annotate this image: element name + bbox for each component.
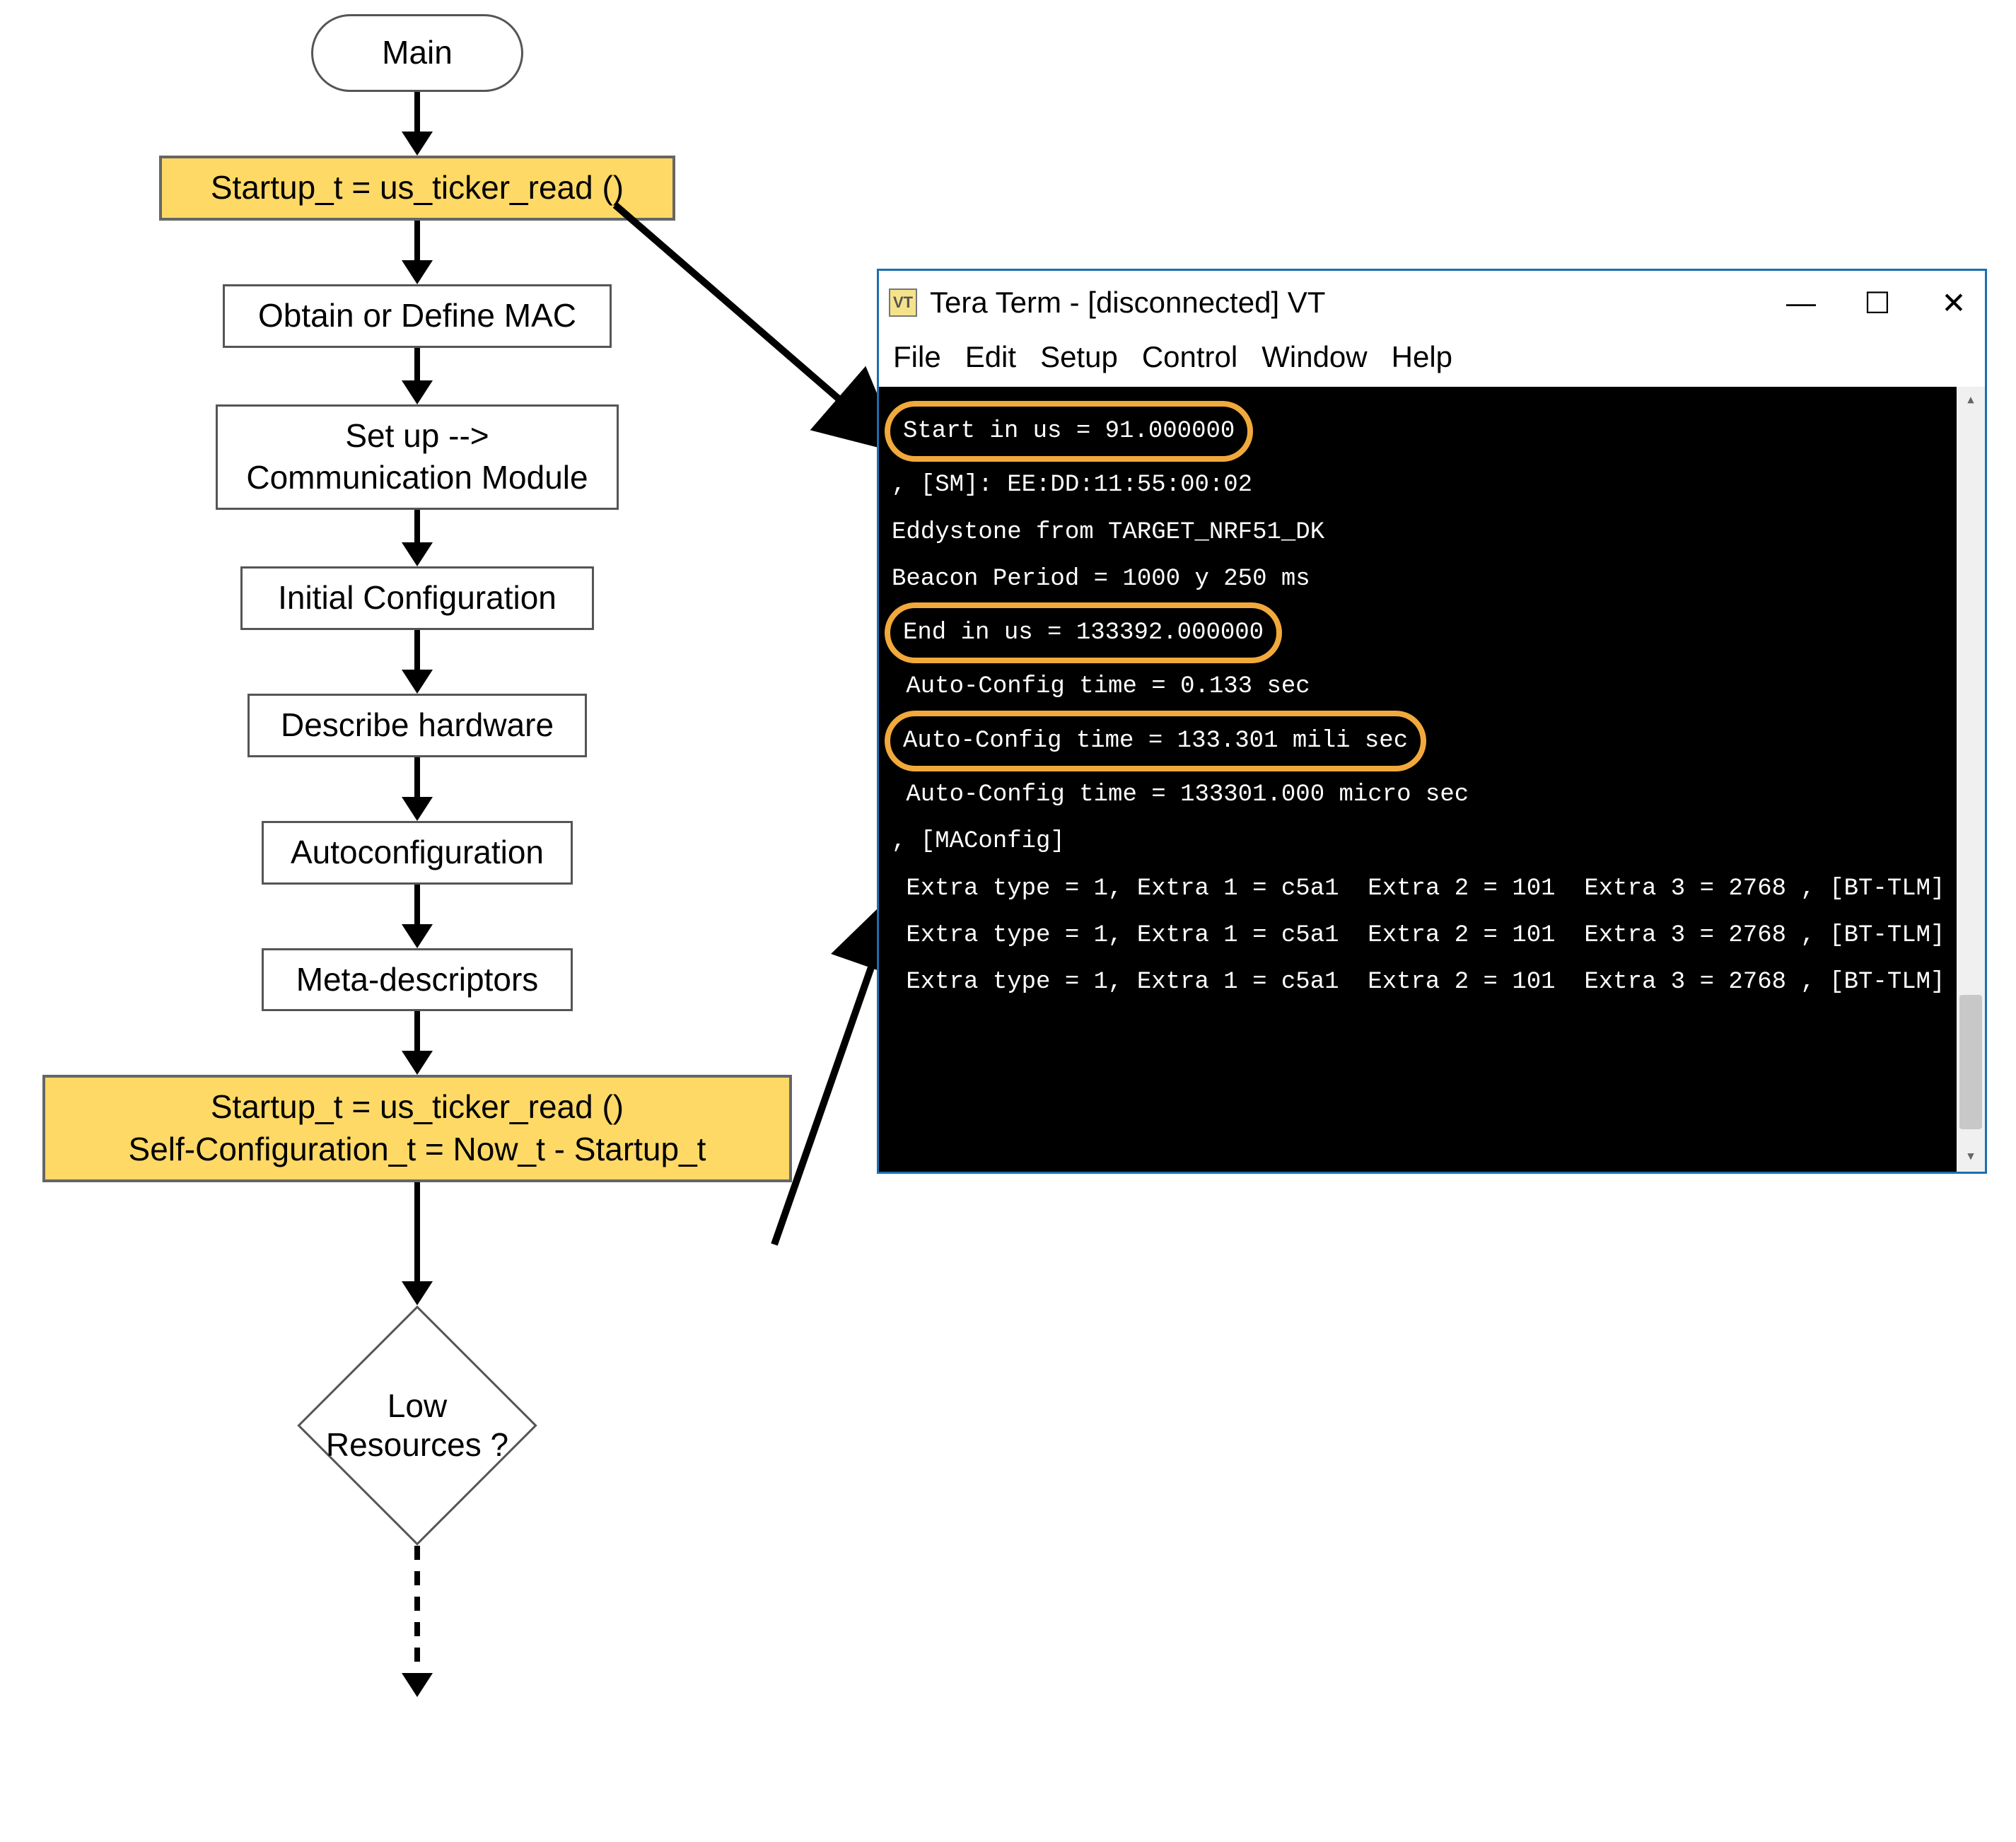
arrow-head — [402, 1281, 433, 1305]
terminal-body[interactable]: Start in us = 91.000000 , [SM]: EE:DD:11… — [879, 387, 1985, 1172]
process-obtain-mac: Obtain or Define MAC — [223, 284, 612, 348]
arrow — [414, 1011, 420, 1051]
process-label-line2: Self-Configuration_t = Now_t - Startup_t — [129, 1129, 706, 1171]
app-icon: VT — [889, 288, 917, 317]
arrow-dashed — [414, 1546, 420, 1673]
arrow — [414, 510, 420, 542]
terminal-line: Extra type = 1, Extra 1 = c5a1 Extra 2 =… — [892, 912, 1972, 959]
terminal-line: Auto-Config time = 0.133 sec — [892, 663, 1972, 710]
menu-control[interactable]: Control — [1142, 340, 1237, 374]
process-label: Startup_t = us_ticker_read () — [211, 167, 624, 209]
scrollbar[interactable]: ▴ ▾ — [1957, 387, 1985, 1172]
terminal-line: Extra type = 1, Extra 1 = c5a1 Extra 2 =… — [892, 865, 1972, 912]
arrow-head — [402, 132, 433, 156]
terminator-main: Main — [311, 14, 523, 92]
terminal-line: Auto-Config time = 133301.000 micro sec — [892, 771, 1972, 818]
terminal-line: , [MAConfig] — [892, 818, 1972, 865]
process-label: Meta-descriptors — [296, 959, 539, 1001]
terminal-line: Beacon Period = 1000 y 250 ms — [892, 556, 1972, 602]
highlight-start-us: Start in us = 91.000000 — [885, 401, 1253, 462]
menu-window[interactable]: Window — [1262, 340, 1367, 374]
process-label-line1: Startup_t = us_ticker_read () — [211, 1086, 624, 1129]
window-controls: — ☐ ✕ — [1780, 281, 1975, 324]
process-label: Describe hardware — [281, 704, 554, 747]
process-label: Obtain or Define MAC — [258, 295, 576, 337]
highlight-autoconfig-ms: Auto-Config time = 133.301 mili sec — [885, 711, 1426, 771]
terminal-line: Eddystone from TARGET_NRF51_DK — [892, 509, 1972, 556]
process-label-line2: Communication Module — [246, 457, 588, 499]
process-label: Initial Configuration — [278, 577, 557, 619]
arrow — [414, 348, 420, 380]
arrow-head — [402, 1051, 433, 1075]
menubar: File Edit Setup Control Window Help — [879, 334, 1985, 387]
arrow-head — [402, 542, 433, 566]
window-titlebar[interactable]: VT Tera Term - [disconnected] VT — ☐ ✕ — [879, 271, 1985, 334]
process-autoconfig: Autoconfiguration — [262, 821, 573, 885]
arrow-head — [402, 380, 433, 404]
process-label-line1: Set up --> — [345, 415, 489, 457]
arrow — [414, 92, 420, 132]
arrow — [414, 221, 420, 260]
terminal-window: VT Tera Term - [disconnected] VT — ☐ ✕ F… — [877, 269, 1987, 1174]
process-describe-hw: Describe hardware — [247, 694, 587, 757]
window-title: Tera Term - [disconnected] VT — [930, 286, 1325, 320]
scroll-up-icon[interactable]: ▴ — [1957, 387, 1985, 415]
arrow-head — [402, 924, 433, 948]
arrow-head — [402, 670, 433, 694]
terminal-line: Extra type = 1, Extra 1 = c5a1 Extra 2 =… — [892, 959, 1972, 1005]
process-startup-read: Startup_t = us_ticker_read () — [159, 156, 675, 221]
terminal-line: , [SM]: EE:DD:11:55:00:02 — [892, 462, 1972, 508]
maximize-button[interactable]: ☐ — [1856, 281, 1899, 324]
decision-label: Low Resources ? — [297, 1305, 537, 1546]
decision-low-resources: Low Resources ? — [297, 1305, 537, 1546]
menu-help[interactable]: Help — [1392, 340, 1452, 374]
decision-line2: Resources ? — [326, 1426, 508, 1463]
process-meta-descriptors: Meta-descriptors — [262, 948, 573, 1012]
menu-edit[interactable]: Edit — [965, 340, 1016, 374]
terminator-label: Main — [382, 32, 453, 74]
arrow-head — [402, 1673, 433, 1697]
close-button[interactable]: ✕ — [1933, 281, 1975, 324]
minimize-button[interactable]: — — [1780, 281, 1822, 324]
process-setup-comm: Set up --> Communication Module — [216, 404, 619, 511]
decision-line1: Low — [388, 1387, 447, 1424]
arrow — [414, 757, 420, 797]
process-initial-config: Initial Configuration — [240, 566, 594, 630]
menu-file[interactable]: File — [893, 340, 941, 374]
app-icon-text: VT — [893, 293, 913, 312]
arrow — [414, 630, 420, 670]
arrow-head — [402, 260, 433, 284]
arrow-head — [402, 797, 433, 821]
flowchart: Main Startup_t = us_ticker_read () Obtai… — [28, 14, 806, 1697]
arrow — [414, 885, 420, 924]
arrow — [414, 1182, 420, 1281]
process-self-config-time: Startup_t = us_ticker_read () Self-Confi… — [42, 1075, 792, 1182]
process-label: Autoconfiguration — [291, 832, 544, 874]
scroll-down-icon[interactable]: ▾ — [1957, 1143, 1985, 1172]
highlight-end-us: End in us = 133392.000000 — [885, 602, 1282, 663]
menu-setup[interactable]: Setup — [1040, 340, 1118, 374]
scroll-thumb[interactable] — [1959, 995, 1982, 1129]
